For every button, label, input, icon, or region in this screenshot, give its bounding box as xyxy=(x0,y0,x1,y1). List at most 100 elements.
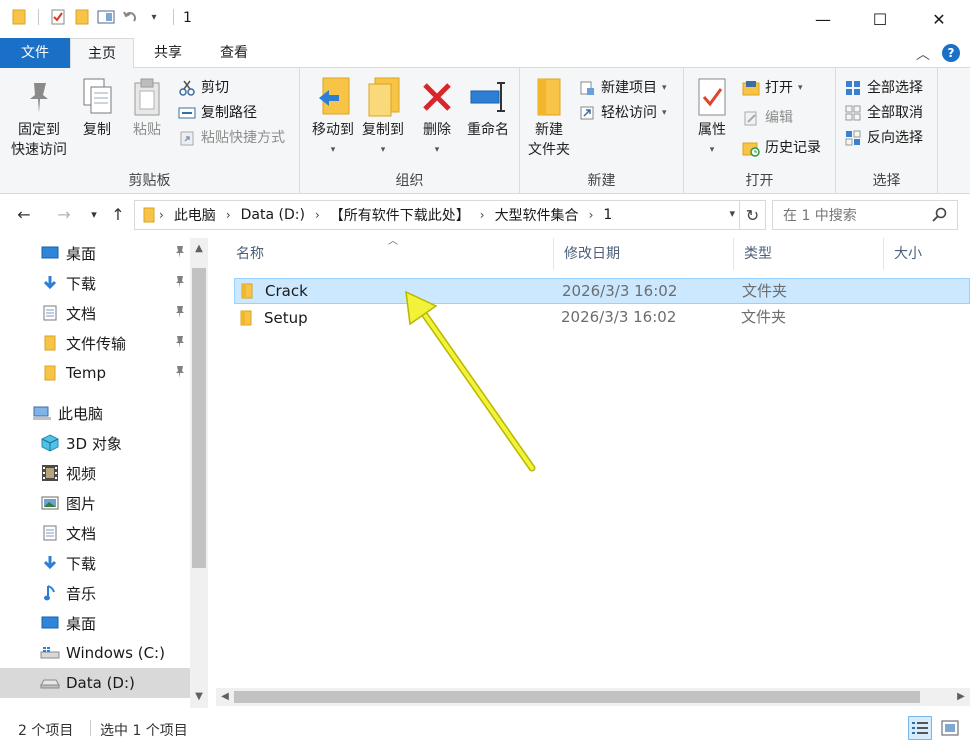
nav-item-videos[interactable]: 视频 xyxy=(0,458,190,488)
properties-button[interactable]: 属性 ▾ xyxy=(690,76,734,160)
undo-icon[interactable] xyxy=(121,8,139,26)
rename-label: 重命名 xyxy=(467,122,509,138)
breadcrumb-software-collection[interactable]: 大型软件集合 xyxy=(495,205,579,225)
address-history-chevron-icon[interactable]: ▾ xyxy=(729,207,735,220)
new-item-button[interactable]: 新建项目 ▾ xyxy=(578,76,667,100)
file-name: Crack xyxy=(265,282,308,300)
history-button[interactable]: 历史记录 xyxy=(742,136,821,160)
drive-icon xyxy=(40,673,60,693)
invert-selection-button[interactable]: 反向选择 xyxy=(844,126,923,150)
breadcrumb-downloads-folder[interactable]: 【所有软件下载此处】 xyxy=(330,205,470,225)
tab-home[interactable]: 主页 xyxy=(70,38,134,69)
nav-item-3d-objects[interactable]: 3D 对象 xyxy=(0,428,190,458)
desktop-icon xyxy=(40,243,60,263)
edit-button[interactable]: 编辑 xyxy=(742,106,793,130)
pin-icon[interactable] xyxy=(174,365,186,383)
column-header-size[interactable]: 大小 xyxy=(884,238,970,270)
recent-locations-chevron-icon[interactable]: ▾ xyxy=(82,202,106,226)
select-none-button[interactable]: 全部取消 xyxy=(844,101,923,125)
column-header-type[interactable]: 类型 xyxy=(734,238,884,270)
nav-item-pictures[interactable]: 图片 xyxy=(0,488,190,518)
nav-item-documents[interactable]: 文档 xyxy=(0,298,190,328)
select-all-button[interactable]: 全部选择 xyxy=(844,76,923,100)
nav-item-this-pc[interactable]: 此电脑 xyxy=(0,398,190,428)
scroll-right-icon[interactable]: ▶ xyxy=(952,688,970,706)
scroll-down-icon[interactable]: ▼ xyxy=(190,688,208,706)
back-arrow-icon[interactable]: ← xyxy=(12,202,36,226)
copy-path-button[interactable]: 复制路径 xyxy=(178,101,257,125)
nav-item-documents-pc[interactable]: 文档 xyxy=(0,518,190,548)
large-icons-view-icon[interactable] xyxy=(938,716,962,740)
scroll-left-icon[interactable]: ◀ xyxy=(216,688,234,706)
close-button[interactable]: ✕ xyxy=(908,0,970,38)
copy-to-button[interactable]: 复制到 ▾ xyxy=(356,76,410,160)
chevron-down-icon: ▾ xyxy=(798,83,803,93)
new-folder-button[interactable]: 新建 文件夹 xyxy=(524,76,574,160)
delete-button[interactable]: 删除 ▾ xyxy=(416,76,458,160)
file-row-setup[interactable]: Setup 2026/3/3 16:02 文件夹 xyxy=(234,305,970,331)
desktop-icon xyxy=(40,613,60,633)
computer-icon xyxy=(32,403,52,423)
search-input[interactable]: 在 1 中搜索 xyxy=(772,200,958,230)
easy-access-label: 轻松访问 xyxy=(601,105,657,121)
new-folder-icon xyxy=(529,76,569,118)
file-type: 文件夹 xyxy=(742,282,788,300)
file-row-crack[interactable]: Crack 2026/3/3 16:02 文件夹 xyxy=(234,278,970,304)
nav-item-windows-drive[interactable]: Windows (C:) xyxy=(0,638,190,668)
forward-arrow-icon[interactable]: → xyxy=(52,202,76,226)
horizontal-scrollbar[interactable]: ◀ ▶ xyxy=(216,688,970,706)
tab-file[interactable]: 文件 xyxy=(0,38,70,68)
breadcrumb-data-drive[interactable]: Data (D:) xyxy=(241,207,305,223)
open-label: 打开 xyxy=(765,80,793,96)
tab-view[interactable]: 查看 xyxy=(204,38,264,68)
move-to-button[interactable]: 移动到 ▾ xyxy=(306,76,360,160)
paste-button[interactable]: 粘贴 xyxy=(124,76,170,140)
copy-button[interactable]: 复制 xyxy=(74,76,120,140)
tab-share[interactable]: 共享 xyxy=(138,38,198,68)
chevron-right-icon: › xyxy=(225,208,231,222)
help-icon[interactable]: ? xyxy=(942,44,960,62)
nav-item-downloads-pc[interactable]: 下载 xyxy=(0,548,190,578)
nav-item-desktop-pc[interactable]: 桌面 xyxy=(0,608,190,638)
cut-button[interactable]: 剪切 xyxy=(178,76,229,100)
scrollbar-thumb[interactable] xyxy=(234,691,920,703)
address-bar[interactable]: › 此电脑 › Data (D:) › 【所有软件下载此处】 › 大型软件集合 … xyxy=(134,200,740,230)
pin-icon[interactable] xyxy=(174,335,186,353)
nav-item-file-transfer[interactable]: 文件传输 xyxy=(0,328,190,358)
folder-icon xyxy=(10,8,28,26)
rename-button[interactable]: 重命名 xyxy=(462,76,514,140)
refresh-icon[interactable]: ↻ xyxy=(740,200,766,230)
details-view-icon[interactable] xyxy=(908,716,932,740)
nav-pane-scrollbar[interactable]: ▲ ▼ xyxy=(190,238,208,708)
ribbon-collapse-icon[interactable]: ︿ xyxy=(916,44,930,64)
easy-access-button[interactable]: 轻松访问 ▾ xyxy=(578,101,667,125)
nav-item-desktop[interactable]: 桌面 xyxy=(0,238,190,268)
up-arrow-icon[interactable]: ↑ xyxy=(106,202,130,226)
pin-icon[interactable] xyxy=(174,245,186,263)
customize-toolbar-icon[interactable]: ▾ xyxy=(145,8,163,26)
scrollbar-thumb[interactable] xyxy=(192,268,206,568)
nav-item-data-drive[interactable]: Data (D:) xyxy=(0,668,190,698)
maximize-button[interactable]: ☐ xyxy=(849,0,911,38)
breadcrumb-current-folder[interactable]: 1 xyxy=(603,207,612,223)
breadcrumb-this-pc[interactable]: 此电脑 xyxy=(174,205,216,225)
open-button[interactable]: 打开 ▾ xyxy=(742,76,803,100)
folder-icon xyxy=(240,310,260,326)
nav-item-downloads[interactable]: 下载 xyxy=(0,268,190,298)
column-header-modified[interactable]: 修改日期 xyxy=(554,238,734,270)
new-folder-icon[interactable] xyxy=(73,8,91,26)
paste-shortcut-button[interactable]: 粘贴快捷方式 xyxy=(178,126,285,150)
preview-pane-icon[interactable] xyxy=(97,8,115,26)
pin-icon[interactable] xyxy=(174,305,186,323)
nav-item-music[interactable]: 音乐 xyxy=(0,578,190,608)
ribbon: 固定到 快速访问 复制 粘贴 剪切 复制路径 粘贴快捷方式 剪贴板 移动到 ▾ … xyxy=(0,68,970,194)
picture-icon xyxy=(40,493,60,513)
properties-icon[interactable] xyxy=(49,8,67,26)
pin-to-quick-access-button[interactable]: 固定到 快速访问 xyxy=(8,76,70,160)
nav-item-temp[interactable]: Temp xyxy=(0,358,190,388)
pin-icon[interactable] xyxy=(174,275,186,293)
scroll-up-icon[interactable]: ▲ xyxy=(190,240,208,258)
file-list: ︿ 名称 修改日期 类型 大小 Crack 2026/3/3 16:02 文件夹… xyxy=(212,236,970,708)
column-header-name[interactable]: 名称 xyxy=(226,238,554,270)
minimize-button[interactable]: — xyxy=(792,0,854,38)
